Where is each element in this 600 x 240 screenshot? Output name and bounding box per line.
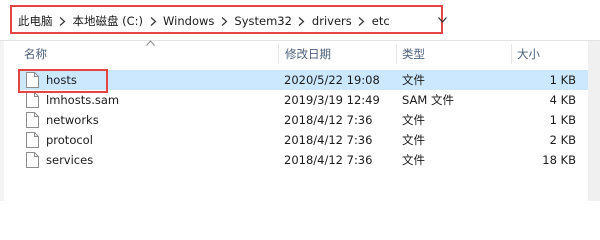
file-type: 文件	[402, 133, 425, 147]
file-icon	[26, 72, 39, 88]
file-name: protocol	[46, 133, 93, 147]
address-bar[interactable]: 此电脑 本地磁盘 (C:) Windows System32 drivers e…	[0, 0, 600, 41]
file-date: 2019/3/19 12:49	[284, 93, 380, 107]
column-header-type[interactable]: 类型	[402, 41, 425, 67]
file-row-protocol[interactable]: protocol 2018/4/12 7:36 文件 2 KB	[18, 130, 588, 150]
file-row-networks[interactable]: networks 2018/4/12 7:36 文件 1 KB	[18, 110, 588, 130]
file-size: 1 KB	[549, 73, 576, 87]
address-highlight-box	[10, 5, 443, 34]
file-type: SAM 文件	[402, 93, 454, 107]
file-size: 2 KB	[549, 133, 576, 147]
file-name: services	[46, 153, 94, 167]
file-type: 文件	[402, 73, 425, 87]
file-date: 2018/4/12 7:36	[284, 113, 373, 127]
file-icon	[26, 112, 39, 128]
column-divider[interactable]	[396, 44, 397, 64]
column-header-date[interactable]: 修改日期	[285, 41, 331, 67]
chevron-down-icon	[437, 17, 447, 23]
file-type: 文件	[402, 153, 425, 167]
column-header: 名称 修改日期 类型 大小	[0, 40, 588, 67]
address-dropdown-button[interactable]	[433, 11, 451, 29]
file-date: 2018/4/12 7:36	[284, 133, 373, 147]
file-date: 2018/4/12 7:36	[284, 153, 373, 167]
file-name: networks	[46, 113, 99, 127]
file-date: 2020/5/22 19:08	[284, 73, 380, 87]
file-row-hosts[interactable]: hosts 2020/5/22 19:08 文件 1 KB	[18, 70, 588, 90]
column-header-name[interactable]: 名称	[24, 41, 47, 67]
file-row-lmhosts[interactable]: lmhosts.sam 2019/3/19 12:49 SAM 文件 4 KB	[18, 90, 588, 110]
file-size: 1 KB	[549, 113, 576, 127]
file-icon	[26, 132, 39, 148]
file-icon	[26, 92, 39, 108]
file-name: lmhosts.sam	[46, 93, 120, 107]
file-row-services[interactable]: services 2018/4/12 7:36 文件 18 KB	[18, 150, 588, 170]
vertical-scrollbar[interactable]	[588, 41, 600, 201]
file-icon	[26, 152, 39, 168]
file-size: 4 KB	[549, 93, 576, 107]
file-name: hosts	[46, 73, 77, 87]
sort-ascending-icon	[146, 40, 155, 46]
file-type: 文件	[402, 113, 425, 127]
column-header-size[interactable]: 大小	[517, 41, 540, 67]
file-size: 18 KB	[542, 153, 576, 167]
column-divider[interactable]	[278, 44, 279, 64]
column-divider[interactable]	[511, 44, 512, 64]
